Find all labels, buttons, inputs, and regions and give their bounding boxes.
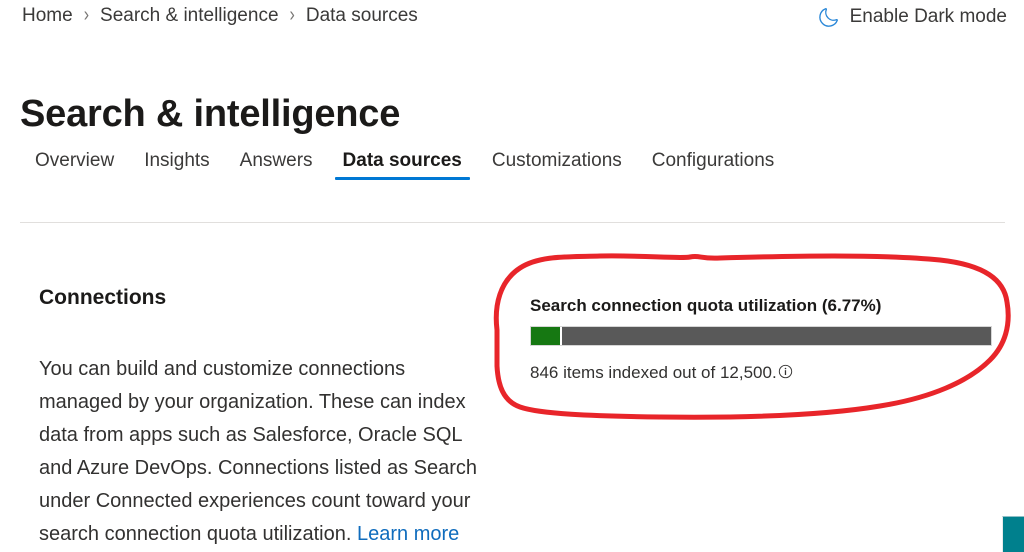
tab-configurations[interactable]: Configurations — [637, 146, 790, 188]
breadcrumb-separator-icon: › — [83, 4, 90, 26]
quota-progress-bar — [530, 326, 992, 346]
quota-caption-text: 846 items indexed out of 12,500. — [530, 363, 777, 382]
quota-caption: 846 items indexed out of 12,500. — [530, 363, 1000, 383]
connections-heading: Connections — [39, 286, 167, 310]
tab-customizations[interactable]: Customizations — [477, 146, 637, 188]
tab-bar: Overview Insights Answers Data sources C… — [20, 146, 789, 188]
info-circle-icon[interactable] — [778, 364, 793, 379]
connections-description-text: You can build and customize connections … — [39, 358, 478, 545]
breadcrumb-item-data-sources[interactable]: Data sources — [306, 5, 418, 27]
enable-dark-mode-label: Enable Dark mode — [849, 6, 1007, 27]
tab-data-sources[interactable]: Data sources — [328, 146, 477, 188]
quota-progress-fill — [531, 327, 563, 345]
page-title: Search & intelligence — [20, 93, 401, 136]
enable-dark-mode-button[interactable]: Enable Dark mode — [817, 5, 1007, 29]
moon-icon — [817, 5, 841, 29]
header-divider — [20, 222, 1005, 223]
breadcrumb-item-home[interactable]: Home — [22, 5, 73, 27]
breadcrumb-item-search-intelligence[interactable]: Search & intelligence — [100, 5, 279, 27]
page-root: Home › Search & intelligence › Data sour… — [0, 0, 1024, 552]
breadcrumb-separator-icon: › — [289, 4, 295, 26]
search-connection-quota-panel: Search connection quota utilization (6.7… — [530, 296, 1000, 383]
tab-insights[interactable]: Insights — [129, 146, 224, 188]
chat-widget-corner[interactable] — [1002, 516, 1024, 552]
tab-overview[interactable]: Overview — [20, 146, 129, 188]
quota-title: Search connection quota utilization (6.7… — [530, 296, 882, 315]
connections-description: You can build and customize connections … — [39, 353, 491, 552]
tab-answers[interactable]: Answers — [225, 146, 328, 188]
breadcrumb: Home › Search & intelligence › Data sour… — [22, 5, 418, 27]
